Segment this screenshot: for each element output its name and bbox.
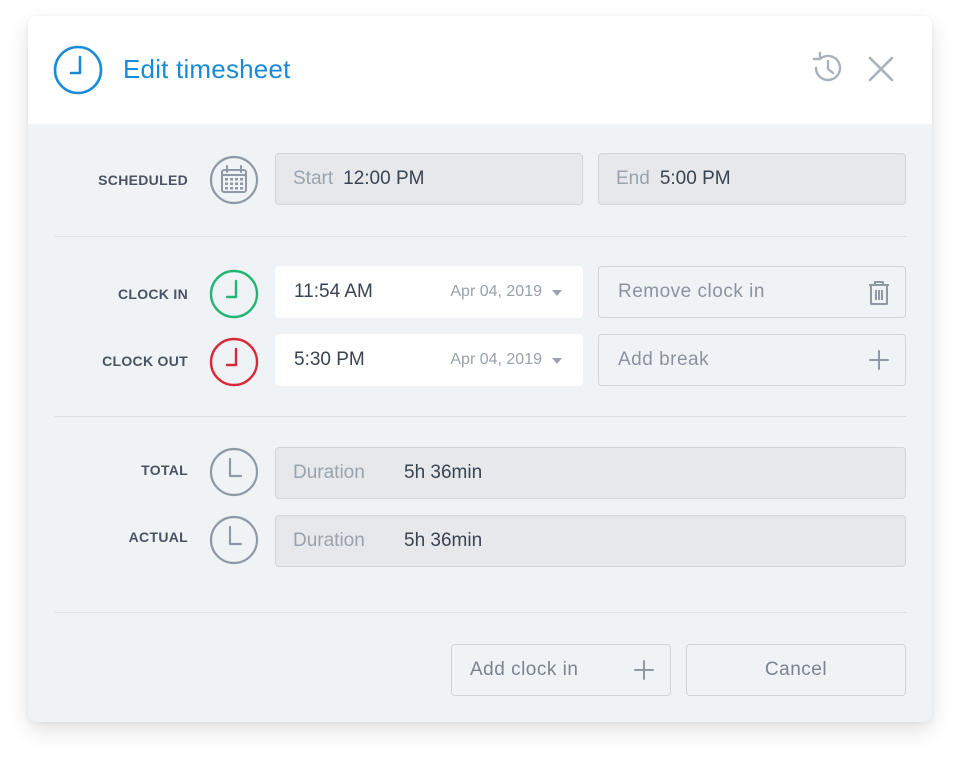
clock-out-date: Apr 04, 2019 xyxy=(450,351,542,368)
total-duration-label: Duration xyxy=(293,462,365,483)
clock-icon xyxy=(53,45,103,95)
remove-clock-in-label: Remove clock in xyxy=(618,281,765,302)
total-duration-value: 5h 36min xyxy=(404,462,483,483)
divider xyxy=(55,612,906,613)
add-break-label: Add break xyxy=(618,349,710,370)
clock-in-time-field[interactable]: 11:54 AM Apr 04, 2019 xyxy=(275,266,583,318)
close-icon[interactable] xyxy=(866,54,896,84)
start-label: Start xyxy=(293,168,334,189)
scheduled-label: SCHEDULED xyxy=(98,172,188,188)
end-label: End xyxy=(616,168,650,189)
actual-duration-field: Duration 5h 36min xyxy=(275,515,906,567)
chevron-down-icon xyxy=(552,358,562,364)
clock-out-date-select[interactable]: Apr 04, 2019 xyxy=(450,335,562,385)
clock-in-icon xyxy=(209,269,259,319)
remove-clock-in-button[interactable]: Remove clock in xyxy=(598,266,906,318)
start-value: 12:00 PM xyxy=(343,168,425,189)
clock-in-time: 11:54 AM xyxy=(294,281,373,302)
clock-in-label: CLOCK IN xyxy=(117,286,188,302)
modal-header: Edit timesheet xyxy=(28,16,932,124)
plus-icon xyxy=(634,660,654,680)
cancel-button[interactable]: Cancel xyxy=(686,644,906,696)
cancel-label: Cancel xyxy=(764,659,828,680)
clock-out-icon xyxy=(209,337,259,387)
clock-icon xyxy=(209,515,259,565)
add-clock-in-label: Add clock in xyxy=(470,659,579,680)
actual-duration-label: Duration xyxy=(293,530,365,551)
end-value: 5:00 PM xyxy=(659,168,731,189)
total-label: TOTAL xyxy=(141,462,188,478)
clock-in-date: Apr 04, 2019 xyxy=(450,283,542,300)
divider xyxy=(55,416,906,417)
modal-title: Edit timesheet xyxy=(123,54,291,84)
history-icon[interactable] xyxy=(808,50,848,86)
scheduled-start-field: Start 12:00 PM xyxy=(275,153,583,205)
divider xyxy=(55,236,906,237)
total-duration-field: Duration 5h 36min xyxy=(275,447,906,499)
add-break-button[interactable]: Add break xyxy=(598,334,906,386)
edit-timesheet-modal: Edit timesheet SCHEDULED Start 12:00 PM … xyxy=(28,16,932,722)
scheduled-end-field: End 5:00 PM xyxy=(598,153,906,205)
clock-out-time: 5:30 PM xyxy=(294,349,365,370)
actual-label: ACTUAL xyxy=(128,529,188,545)
clock-out-time-field[interactable]: 5:30 PM Apr 04, 2019 xyxy=(275,334,583,386)
plus-icon xyxy=(869,350,889,370)
actual-duration-value: 5h 36min xyxy=(404,530,483,551)
clock-out-label: CLOCK OUT xyxy=(102,353,188,369)
add-clock-in-button[interactable]: Add clock in xyxy=(451,644,671,696)
chevron-down-icon xyxy=(552,290,562,296)
calendar-icon xyxy=(209,155,259,205)
trash-icon xyxy=(869,281,889,305)
clock-icon xyxy=(209,447,259,497)
clock-in-date-select[interactable]: Apr 04, 2019 xyxy=(450,267,562,317)
